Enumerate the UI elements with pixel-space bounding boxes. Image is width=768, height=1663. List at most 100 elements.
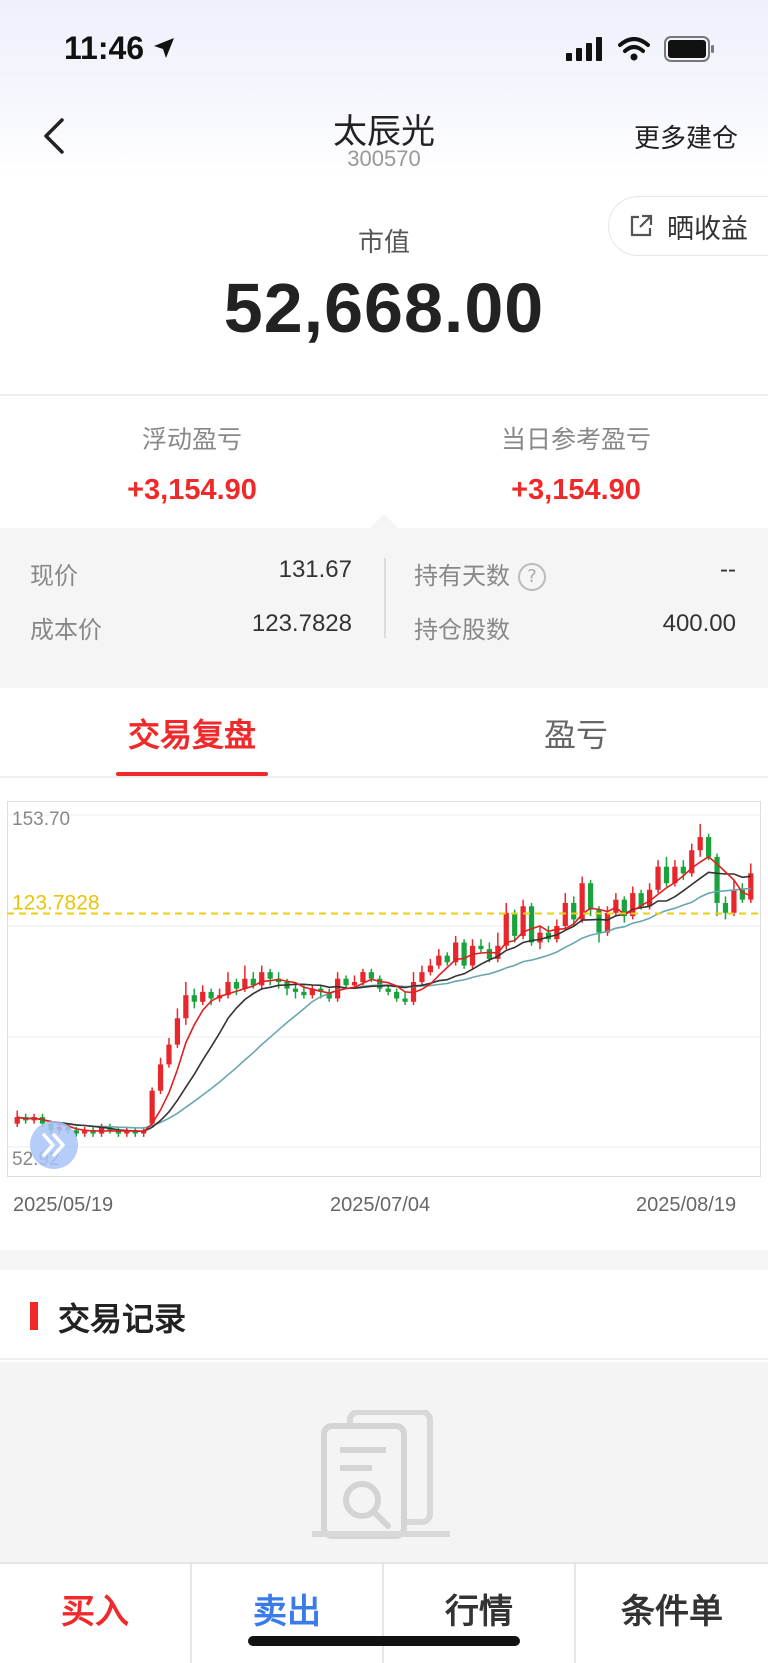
candle-body — [697, 837, 703, 851]
candle-body — [200, 991, 206, 1002]
candle-body — [587, 883, 594, 910]
candle-body — [368, 972, 374, 979]
candle-body — [149, 1090, 155, 1124]
trade-records-title: 交易记录 — [58, 1300, 187, 1338]
cost-price-label: 成本价 — [30, 616, 102, 644]
candle-body — [166, 1044, 172, 1065]
candle-body — [571, 902, 577, 920]
candle-body — [503, 912, 509, 946]
candle-body — [655, 866, 661, 890]
navigation-bar: 太辰光 300570 更多建仓 — [0, 100, 768, 180]
expand-chart-button[interactable] — [30, 1121, 78, 1169]
sell-button[interactable]: 卖出 — [192, 1564, 384, 1663]
status-time: 11:46 — [64, 30, 145, 66]
candle-body — [259, 972, 265, 986]
daily-pnl-label: 当日参考盈亏 — [500, 425, 651, 454]
current-price-label: 现价 — [30, 562, 78, 590]
market-value-label: 市值 — [357, 228, 410, 258]
candle-body — [360, 972, 366, 983]
candle-body — [301, 991, 307, 996]
current-price-value: 131.67 — [278, 556, 352, 583]
divider — [0, 394, 768, 396]
candle-body — [731, 889, 737, 913]
candle-body — [267, 972, 273, 979]
shares-value: 400.00 — [662, 610, 736, 637]
tab-trade-review[interactable]: 交易复盘 — [0, 710, 384, 756]
trade-records-header: 交易记录 — [0, 1270, 768, 1360]
floating-pnl: 浮动盈亏 +3,154.90 — [0, 420, 384, 507]
candle-body — [208, 991, 214, 999]
signal-icon — [566, 37, 602, 61]
info-separator — [384, 558, 386, 638]
shares-label: 持仓股数 — [414, 616, 510, 644]
x-axis-label-start: 2025/05/19 — [13, 1194, 114, 1216]
cost-price-value: 123.7828 — [251, 610, 352, 637]
empty-records-area — [0, 1362, 768, 1562]
position-info: 现价 131.67 成本价 123.7828 持有天数? -- 持仓股数 400… — [0, 528, 768, 668]
candle-body — [351, 982, 358, 986]
candle-body — [335, 978, 341, 999]
candle-body — [706, 837, 712, 857]
holding-days-label: 持有天数? — [414, 556, 546, 591]
chart-frame — [7, 801, 761, 1177]
candle-body — [242, 978, 248, 989]
candle-body — [174, 1018, 181, 1045]
candle-body — [419, 972, 425, 983]
battery-icon — [664, 36, 714, 62]
status-icons — [552, 36, 716, 62]
bottom-action-bar: 买入 卖出 行情 条件单 — [0, 1562, 768, 1663]
help-icon[interactable]: ? — [518, 563, 546, 591]
status-bar: 11:46 — [0, 0, 768, 100]
candle-body — [512, 912, 518, 936]
tab-bar: 交易复盘 盈亏 — [0, 688, 768, 778]
conditional-order-button[interactable]: 条件单 — [576, 1564, 768, 1663]
wifi-icon — [618, 37, 650, 61]
candle-body — [461, 942, 467, 966]
candle-body — [722, 902, 729, 913]
holding-days-text: 持有天数 — [414, 562, 510, 590]
candle-body — [478, 945, 484, 950]
candle-body — [233, 982, 240, 989]
active-tab-indicator — [116, 772, 268, 776]
candle-body — [444, 955, 450, 963]
y-max-label: 153.70 — [12, 809, 70, 830]
section-gap — [0, 668, 768, 688]
candle-body — [402, 998, 408, 1002]
candle-body — [427, 965, 433, 973]
empty-document-icon — [312, 1410, 450, 1539]
more-position-button[interactable]: 更多建仓 — [634, 118, 738, 155]
quote-button[interactable]: 行情 — [384, 1564, 576, 1663]
candle-body — [528, 906, 535, 943]
candle-body — [292, 988, 299, 992]
candle-body — [613, 899, 619, 913]
kline-chart[interactable]: 153.70 123.7828 52.92 — [7, 801, 761, 1177]
candle-body — [385, 988, 391, 992]
pointer-triangle — [370, 514, 398, 528]
x-axis-label-mid: 2025/07/04 — [330, 1194, 431, 1216]
home-indicator — [248, 1636, 520, 1646]
cost-line-label: 123.7828 — [12, 892, 100, 915]
floating-pnl-label: 浮动盈亏 — [141, 425, 242, 454]
candle-body — [394, 991, 400, 999]
holding-days-value: -- — [720, 556, 736, 583]
daily-pnl-value: +3,154.90 — [511, 474, 641, 506]
candle-body — [157, 1064, 164, 1091]
x-axis-label-end: 2025/08/19 — [636, 1194, 737, 1216]
candle-body — [604, 912, 611, 933]
market-value: 52,668.00 — [223, 269, 545, 347]
daily-pnl: 当日参考盈亏 +3,154.90 — [384, 420, 768, 507]
candle-body — [191, 995, 197, 1002]
candle-body — [183, 995, 189, 1019]
tab-profit-loss[interactable]: 盈亏 — [384, 710, 768, 756]
section-gap — [0, 1250, 768, 1270]
floating-pnl-value: +3,154.90 — [127, 474, 257, 506]
buy-button[interactable]: 买入 — [0, 1564, 192, 1663]
section-marker — [30, 1302, 38, 1330]
candle-body — [343, 978, 349, 986]
candle-body — [680, 866, 686, 874]
candle-body — [554, 926, 560, 940]
candle-body — [486, 949, 493, 959]
candle-body — [537, 932, 543, 943]
candle-body — [436, 955, 442, 966]
candle-body — [646, 889, 653, 907]
